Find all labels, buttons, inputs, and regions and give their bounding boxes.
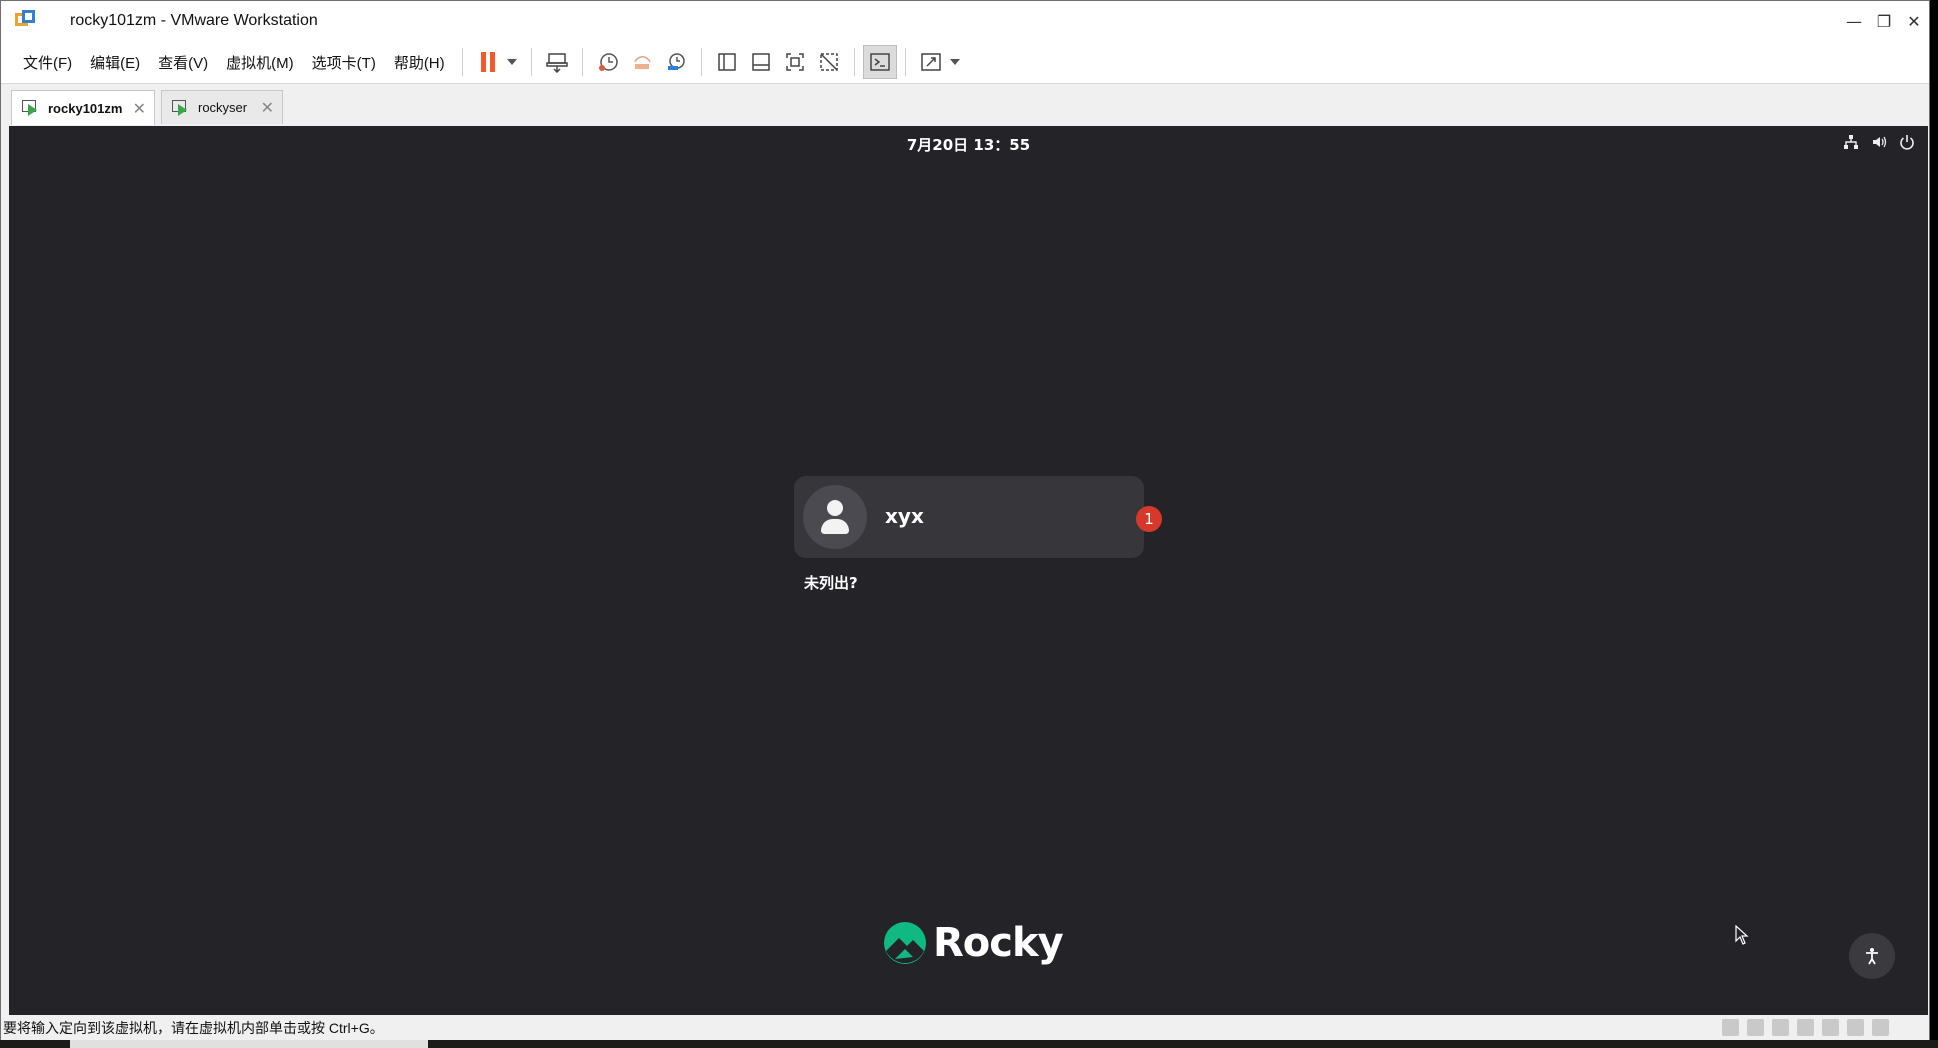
snapshot-manager-icon xyxy=(667,53,685,70)
pause-button[interactable] xyxy=(471,45,505,79)
show-library-button[interactable] xyxy=(710,45,744,79)
system-tray[interactable] xyxy=(1842,133,1916,151)
thumbnail-bar-icon xyxy=(751,53,770,71)
menu-toolbar-bar: 文件(F) 编辑(E) 查看(V) 虚拟机(M) 选项卡(T) 帮助(H) xyxy=(1,41,1929,84)
snapshot-icon xyxy=(598,53,618,71)
show-thumbnail-bar-button[interactable] xyxy=(744,45,778,79)
tab-label: rocky101zm xyxy=(48,100,123,116)
volume-icon[interactable] xyxy=(1870,133,1888,151)
snapshot-button[interactable] xyxy=(591,45,625,79)
revert-snapshot-button[interactable] xyxy=(625,45,659,79)
full-screen-icon xyxy=(785,53,804,71)
notification-badge: 1 xyxy=(1136,506,1162,532)
rocky-logo: Rocky xyxy=(883,920,1064,966)
avatar xyxy=(803,485,867,549)
vmware-window: rocky101zm - VMware Workstation — ❐ ✕ 文件… xyxy=(0,0,1930,1040)
console-view-button[interactable] xyxy=(862,45,897,79)
not-listed-link[interactable]: 未列出? xyxy=(804,572,858,593)
rocky-logo-mark-icon xyxy=(884,922,926,964)
stretch-icon xyxy=(920,53,941,71)
snapshot-manager-button[interactable] xyxy=(659,45,693,79)
network-adapter-icon[interactable] xyxy=(1772,1019,1789,1036)
menu-tabs[interactable]: 选项卡(T) xyxy=(303,52,385,73)
tab-label: rockyser xyxy=(198,100,248,115)
username: xyx xyxy=(885,504,924,528)
device-status-icons xyxy=(1722,1019,1889,1036)
tab-close-icon[interactable]: ✕ xyxy=(133,99,146,118)
tab-rocky101zm[interactable]: rocky101zm ✕ xyxy=(11,90,155,125)
status-message: 要将输入定向到该虚拟机，请在虚拟机内部单击或按 Ctrl+G。 xyxy=(3,1020,384,1036)
gnome-clock[interactable]: 7月20日 13：55 xyxy=(9,134,1928,155)
toolbar-separator xyxy=(461,48,463,76)
stretch-dropdown-arrow[interactable] xyxy=(949,59,960,65)
window-title: rocky101zm - VMware Workstation xyxy=(70,12,318,29)
toolbar-separator xyxy=(853,48,855,76)
title-bar: rocky101zm - VMware Workstation — ❐ ✕ xyxy=(1,1,1929,41)
toolbar-separator xyxy=(700,48,702,76)
window-controls: — ❐ ✕ xyxy=(1839,1,1929,41)
menu-view[interactable]: 查看(V) xyxy=(149,52,217,73)
accessibility-icon xyxy=(1866,948,1878,965)
rocky-logo-text: Rocky xyxy=(933,920,1064,966)
send-ctrl-alt-del-button[interactable] xyxy=(540,45,574,79)
network-icon[interactable] xyxy=(1842,133,1860,151)
pause-icon xyxy=(480,52,495,72)
vm-tab-strip: rocky101zm ✕ rockyser ✕ xyxy=(1,84,1929,125)
usb-icon[interactable] xyxy=(1822,1019,1839,1036)
full-screen-button[interactable] xyxy=(778,45,812,79)
power-dropdown-arrow[interactable] xyxy=(506,59,517,65)
menu-vm[interactable]: 虚拟机(M) xyxy=(217,52,303,73)
sound-card-icon[interactable] xyxy=(1797,1019,1814,1036)
user-list-item[interactable]: xyx xyxy=(794,476,1144,558)
console-icon xyxy=(869,53,890,71)
library-icon xyxy=(717,53,736,71)
vm-running-icon xyxy=(22,100,40,116)
printer-icon[interactable] xyxy=(1847,1019,1864,1036)
menu-file[interactable]: 文件(F) xyxy=(14,52,81,73)
close-button[interactable]: ✕ xyxy=(1899,1,1929,41)
vm-console[interactable]: 7月20日 13：55 xyx 1 未列出? Rocky xyxy=(9,126,1928,1015)
tab-rockyser[interactable]: rockyser ✕ xyxy=(161,90,283,124)
revert-snapshot-icon xyxy=(633,56,651,69)
unity-button[interactable] xyxy=(812,45,846,79)
mouse-pointer-icon xyxy=(1735,924,1749,949)
accessibility-button[interactable] xyxy=(1849,933,1895,979)
hard-disk-icon[interactable] xyxy=(1722,1019,1739,1036)
toolbar-separator xyxy=(581,48,583,76)
menu-edit[interactable]: 编辑(E) xyxy=(81,52,149,73)
toolbar-separator xyxy=(904,48,906,76)
restore-button[interactable]: ❐ xyxy=(1869,1,1899,41)
vm-running-icon xyxy=(172,99,190,116)
tab-close-icon[interactable]: ✕ xyxy=(261,98,274,117)
toolbar-separator xyxy=(530,48,532,76)
send-keys-icon xyxy=(545,53,568,73)
unity-icon xyxy=(819,53,838,71)
minimize-button[interactable]: — xyxy=(1839,1,1869,41)
menu-help[interactable]: 帮助(H) xyxy=(385,52,454,73)
power-icon[interactable] xyxy=(1898,133,1916,151)
vmware-app-icon xyxy=(15,10,37,32)
stretch-view-button[interactable] xyxy=(914,45,948,79)
cd-dvd-icon[interactable] xyxy=(1747,1019,1764,1036)
message-log-icon[interactable] xyxy=(1872,1019,1889,1036)
host-taskbar-edge xyxy=(0,1040,1938,1048)
status-bar: 要将输入定向到该虚拟机，请在虚拟机内部单击或按 Ctrl+G。 xyxy=(1,1016,1929,1040)
person-icon xyxy=(827,500,843,516)
